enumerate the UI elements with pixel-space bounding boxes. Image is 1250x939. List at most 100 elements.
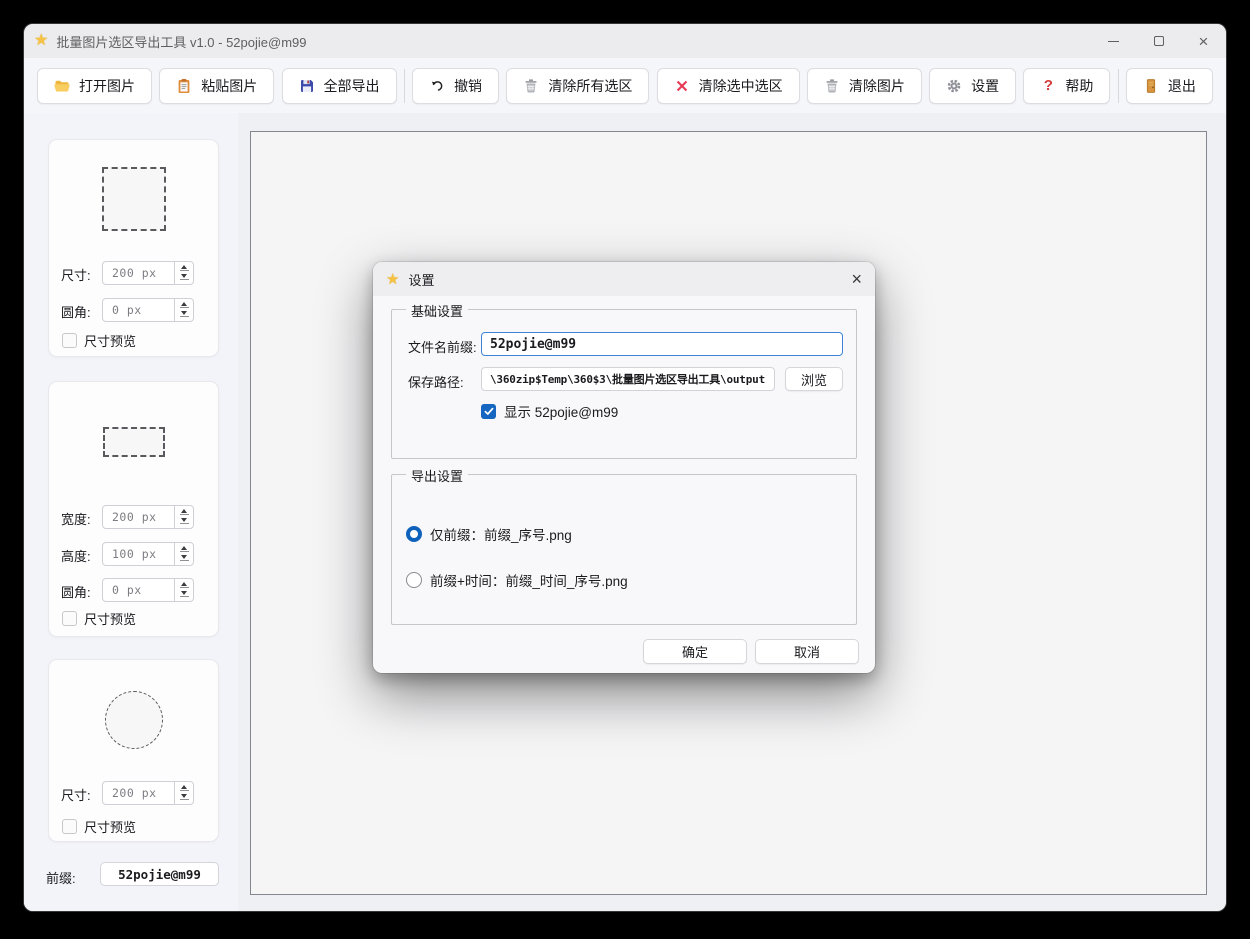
radio-selected-icon [406,526,422,542]
export-settings-legend: 导出设置 [406,466,468,485]
height-stepper[interactable] [102,542,194,566]
open-image-button[interactable]: 打开图片 [37,68,152,104]
size-label: 尺寸: [61,785,91,804]
corner-radius-input[interactable] [103,579,174,601]
prefix-time-option[interactable]: 前缀+时间：前缀_时间_序号.png [406,570,628,590]
spin-down-button[interactable] [177,517,191,526]
spinner [174,782,193,804]
spin-down-button[interactable] [177,554,191,563]
size-preview-checkbox[interactable] [62,819,77,834]
down-arrow-icon [181,591,187,595]
down-arrow-icon [181,518,187,522]
close-icon: × [1199,33,1209,50]
size-preview-checkbox[interactable] [62,333,77,348]
trash-icon [824,78,840,94]
size-stepper[interactable] [102,261,194,285]
size-preview-label: 尺寸预览 [84,817,136,836]
show-watermark-checkbox[interactable] [481,404,496,419]
size-input[interactable] [103,262,174,284]
corner-radius-stepper[interactable] [102,578,194,602]
width-stepper[interactable] [102,505,194,529]
clear-image-button[interactable]: 清除图片 [807,68,922,104]
dialog-title: 设置 [408,270,434,289]
clear-selected-selection-button[interactable]: 清除选中选区 [657,68,800,104]
window-controls: × [1091,24,1226,58]
rect-selection-panel: 宽度: 高度: [48,381,219,637]
toolbar-button-label: 打开图片 [79,76,135,96]
height-input[interactable] [103,543,174,565]
spin-up-button[interactable] [177,784,191,793]
size-label: 尺寸: [61,265,91,284]
down-arrow-icon [181,311,187,315]
clear-all-selections-button[interactable]: 清除所有选区 [506,68,649,104]
spin-down-button[interactable] [177,793,191,802]
settings-button[interactable]: 设置 [929,68,1016,104]
close-button[interactable]: × [1181,24,1226,58]
trash-icon [523,78,539,94]
spin-up-button[interactable] [177,301,191,310]
spin-down-button[interactable] [177,310,191,319]
basic-settings-legend: 基础设置 [406,301,468,320]
square-selection-shape[interactable] [102,167,166,231]
filename-prefix-input[interactable] [481,332,843,356]
corner-radius-stepper[interactable] [102,298,194,322]
app-star-icon: ★ [34,33,48,49]
corner-radius-input[interactable] [103,299,174,321]
radio-unselected-icon [406,572,422,588]
up-arrow-icon [181,302,187,306]
spin-up-button[interactable] [177,545,191,554]
check-icon [484,407,494,416]
rect-selection-shape[interactable] [103,427,165,457]
width-input[interactable] [103,506,174,528]
down-arrow-icon [181,794,187,798]
dialog-title-bar: ★ 设置 × [373,262,875,296]
help-button[interactable]: ? 帮助 [1023,68,1110,104]
size-preview-label: 尺寸预览 [84,609,136,628]
export-all-button[interactable]: 全部导出 [282,68,397,104]
window-title: 批量图片选区导出工具 v1.0 - 52pojie@m99 [56,32,306,51]
up-arrow-icon [181,582,187,586]
filename-prefix-label: 文件名前缀: [408,337,477,356]
down-arrow-icon [181,555,187,559]
maximize-button[interactable] [1136,24,1181,58]
browse-button[interactable]: 浏览 [785,367,843,391]
spin-up-button[interactable] [177,264,191,273]
toolbar-button-label: 设置 [971,76,999,96]
circle-selection-shape[interactable] [105,691,163,749]
spin-down-button[interactable] [177,273,191,282]
toolbar-button-label: 退出 [1168,76,1196,96]
width-label: 宽度: [61,509,91,528]
prefix-input[interactable] [100,862,219,886]
size-stepper[interactable] [102,781,194,805]
spin-down-button[interactable] [177,590,191,599]
up-arrow-icon [181,785,187,789]
exit-door-icon [1143,78,1159,94]
dialog-close-button[interactable]: × [851,270,862,288]
spin-up-button[interactable] [177,508,191,517]
cancel-button-label: 取消 [794,642,820,661]
question-icon: ? [1040,78,1056,94]
maximize-icon [1154,36,1164,46]
folder-open-icon [54,78,70,94]
exit-button[interactable]: 退出 [1126,68,1213,104]
undo-button[interactable]: 撤销 [412,68,499,104]
toolbar-separator [1118,69,1119,103]
size-input[interactable] [103,782,174,804]
undo-icon [429,78,445,94]
export-settings-group: 导出设置 [391,474,857,625]
spin-up-button[interactable] [177,581,191,590]
size-preview-checkbox[interactable] [62,611,77,626]
minimize-button[interactable] [1091,24,1136,58]
prefix-only-option[interactable]: 仅前缀：前缀_序号.png [406,524,572,544]
toolbar-button-label: 清除选中选区 [699,76,783,96]
paste-image-button[interactable]: 粘贴图片 [159,68,274,104]
cancel-button[interactable]: 取消 [755,639,859,664]
size-preview-checkbox-row: 尺寸预览 [62,610,136,626]
ok-button[interactable]: 确定 [643,639,747,664]
prefix-only-label: 仅前缀：前缀_序号.png [430,524,572,544]
corner-radius-label: 圆角: [61,582,91,601]
save-path-input[interactable] [481,367,775,391]
up-arrow-icon [181,546,187,550]
toolbar-button-label: 撤销 [454,76,482,96]
toolbar-button-label: 清除图片 [849,76,905,96]
